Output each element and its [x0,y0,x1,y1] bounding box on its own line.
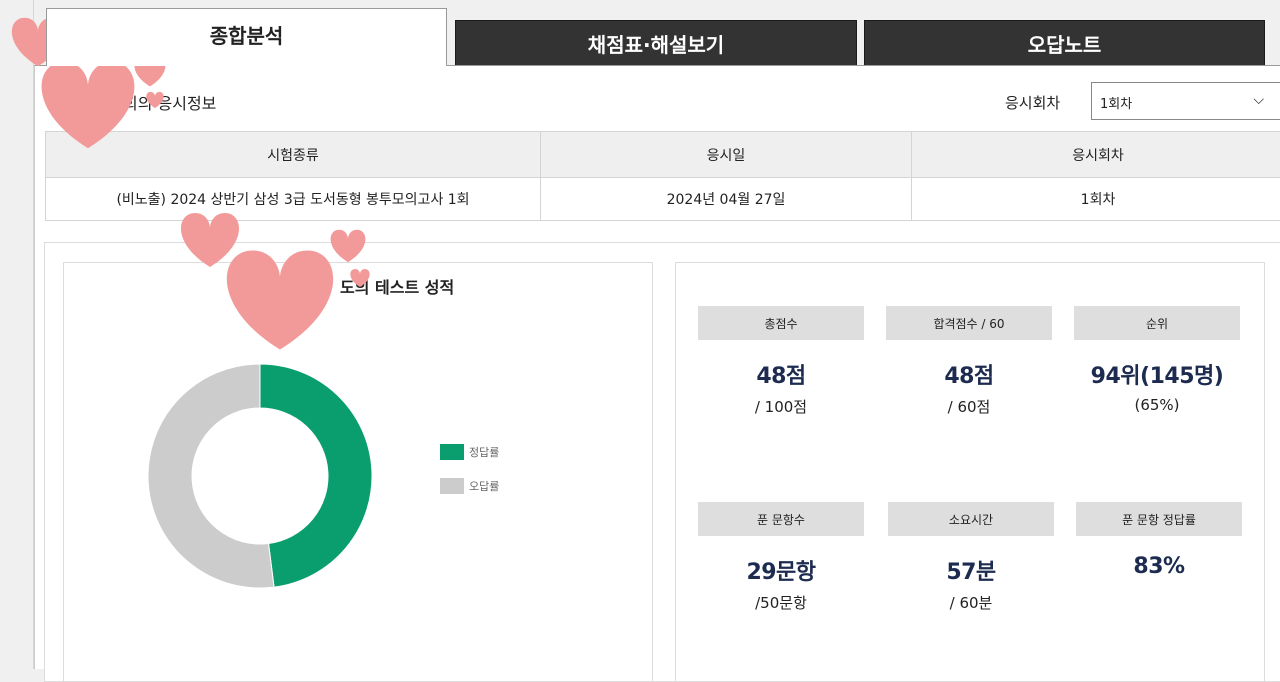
round-label: 응시회차 [1005,92,1060,113]
exam-info-table: 시험종류 응시일 응시회차 (비노출) 2024 상반기 삼성 3급 도서동형 … [45,131,1280,221]
stat-label: 총점수 [698,306,864,340]
tab-label: 오답노트 [1028,29,1102,58]
stat-label: 합격점수 / 60 [886,306,1052,340]
page: 종합분석 채점표·해설보기 오답노트 회의 응시정보 응시회차 1회차 ⌵ 시험… [0,0,1280,669]
stat-solved-accuracy: 푼 문항 정답률 83% [1076,502,1242,585]
donut-chart [140,356,380,596]
tab-overall-analysis[interactable]: 종합분석 [46,8,447,66]
chevron-down-icon: ⌵ [1253,92,1264,108]
table-header: 시험종류 [46,132,541,178]
stat-value: 48점 [886,358,1052,390]
legend-label: 오답률 [469,478,499,494]
table-header: 응시회차 [912,132,1280,178]
stat-sub: / 100점 [698,396,864,417]
stat-sub: /50문항 [698,592,864,613]
stat-value: 48점 [698,358,864,390]
stat-time-spent: 소요시간 57분 / 60분 [888,502,1054,613]
table-cell: 2024년 04월 27일 [541,178,912,221]
round-select[interactable]: 1회차 ⌵ [1091,82,1280,120]
table-header: 응시일 [541,132,912,178]
legend-item-wrong: 오답률 [440,478,499,494]
legend-swatch [440,444,464,460]
donut-slice-correct [260,364,372,587]
legend-label: 정답률 [469,444,499,460]
stat-label: 순위 [1074,306,1240,340]
table-cell: (비노출) 2024 상반기 삼성 3급 도서동형 봉투모의고사 1회 [46,178,541,221]
legend-item-correct: 정답률 [440,444,499,460]
stat-value: 94위(145명) [1074,358,1240,390]
stat-value: 29문항 [698,554,864,586]
table-header-row: 시험종류 응시일 응시회차 [46,132,1280,178]
tab-scoresheet-explanation[interactable]: 채점표·해설보기 [455,20,857,66]
stat-value: 83% [1076,554,1242,579]
stat-label: 소요시간 [888,502,1054,536]
stat-solved-count: 푼 문항수 29문항 /50문항 [698,502,864,613]
chart-title: 도의 테스트 성적 [340,274,454,298]
stat-total-score: 총점수 48점 / 100점 [698,306,864,417]
tab-label: 채점표·해설보기 [588,29,724,58]
stat-sub: (65%) [1074,396,1240,414]
donut-slice-wrong [148,364,274,588]
tab-wrong-answer-note[interactable]: 오답노트 [864,20,1265,66]
round-select-value: 1회차 [1100,97,1132,112]
legend-swatch [440,478,464,494]
tab-label: 종합분석 [210,20,284,49]
stat-value: 57분 [888,554,1054,586]
stat-label: 푼 문항수 [698,502,864,536]
stat-label: 푼 문항 정답률 [1076,502,1242,536]
table-row: (비노출) 2024 상반기 삼성 3급 도서동형 봉투모의고사 1회 2024… [46,178,1280,221]
table-cell: 1회차 [912,178,1280,221]
left-sidebar-strip [0,0,34,669]
section-title: 회의 응시정보 [123,90,216,114]
stat-sub: / 60점 [886,396,1052,417]
stat-rank: 순위 94위(145명) (65%) [1074,306,1240,414]
stat-pass-score: 합격점수 / 60 48점 / 60점 [886,306,1052,417]
stat-sub: / 60분 [888,592,1054,613]
